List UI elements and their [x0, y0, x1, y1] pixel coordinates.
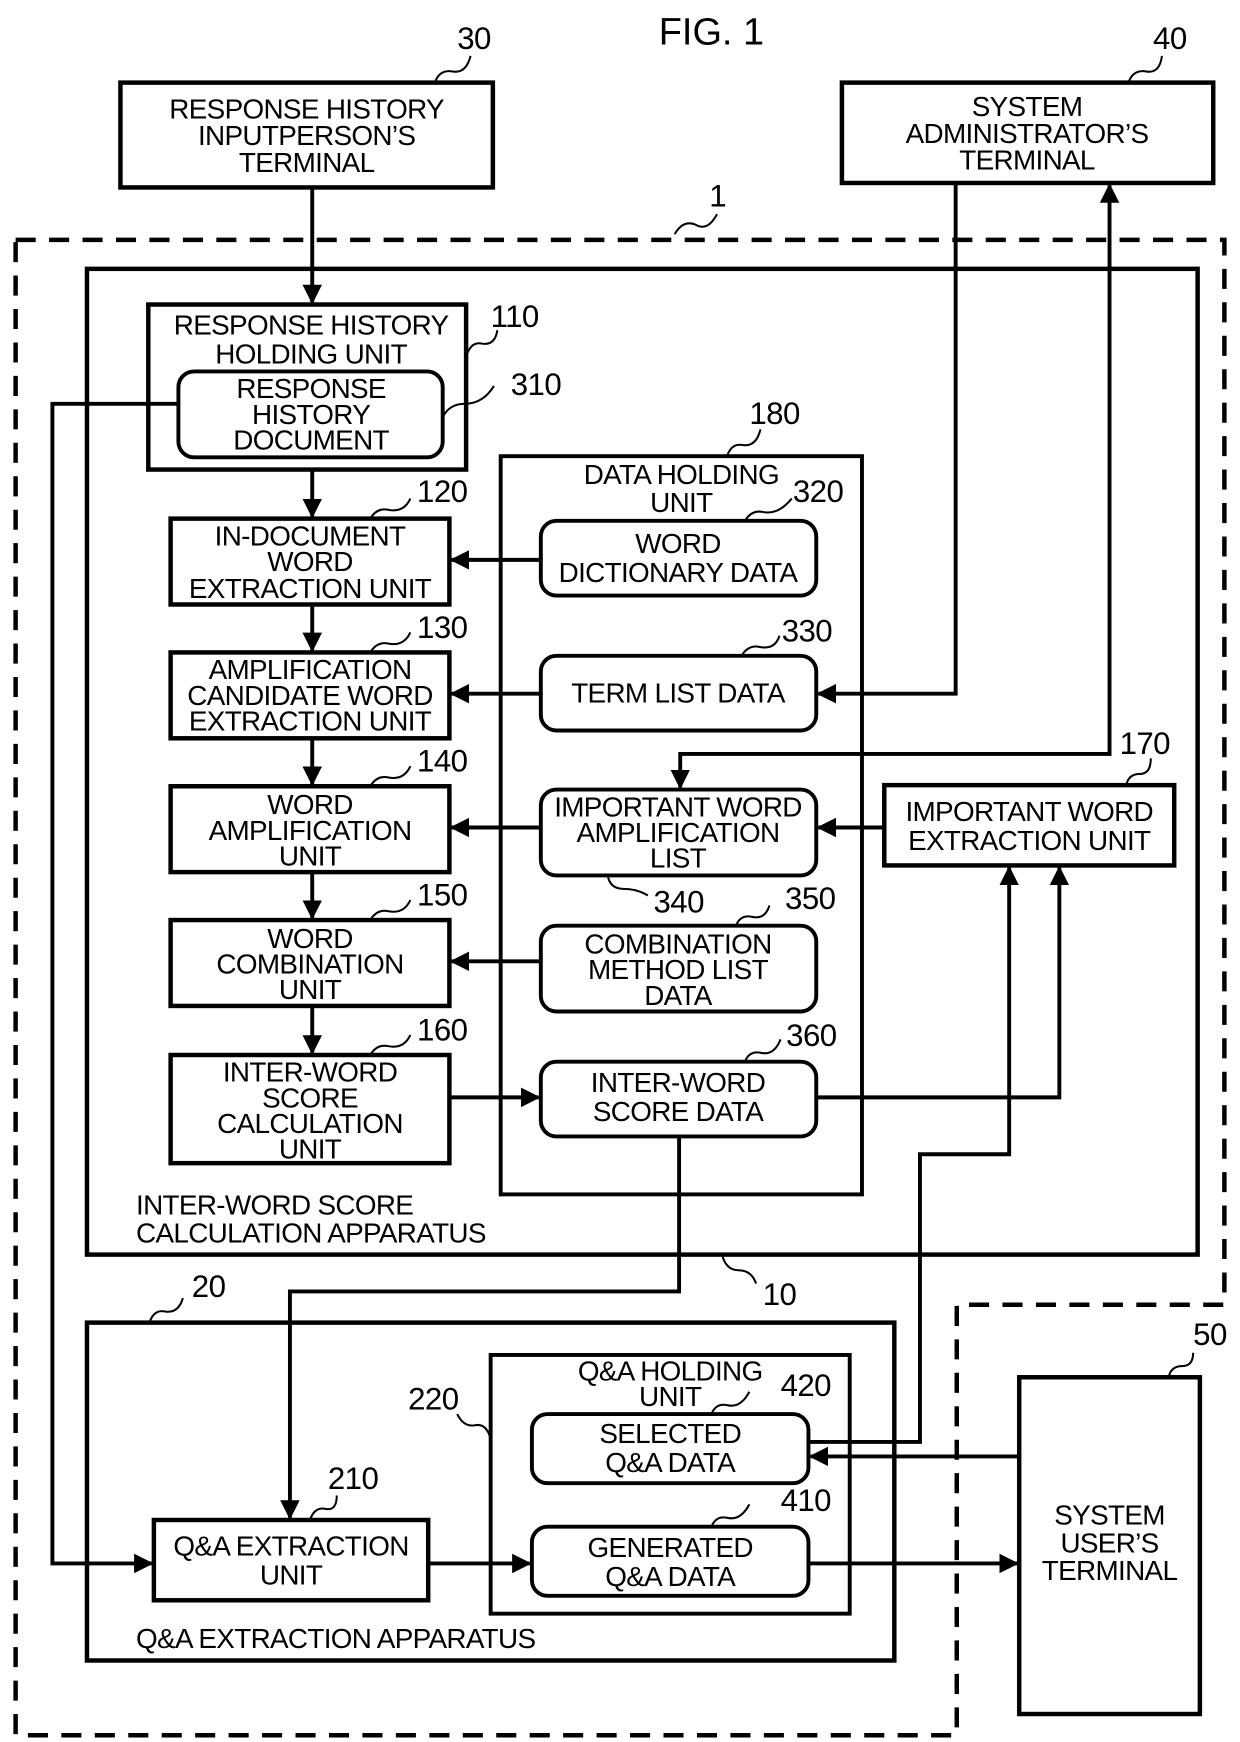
- inter-word-score-data: INTER-WORD SCORE DATA 360: [538, 1018, 837, 1139]
- ref-160: 160: [417, 1012, 468, 1047]
- svg-text:UNIT: UNIT: [279, 1134, 342, 1165]
- ref-10: 10: [763, 1277, 797, 1312]
- svg-text:TERM LIST DATA: TERM LIST DATA: [571, 678, 786, 709]
- arrow-310-to-210: [50, 401, 179, 1574]
- svg-text:EXTRACTION UNIT: EXTRACTION UNIT: [908, 825, 1151, 856]
- svg-text:INTER-WORD: INTER-WORD: [591, 1067, 765, 1098]
- ref-120: 120: [417, 474, 468, 509]
- svg-text:DOCUMENT: DOCUMENT: [233, 424, 389, 455]
- svg-text:EXTRACTION UNIT: EXTRACTION UNIT: [189, 705, 432, 736]
- ref-50: 50: [1193, 1317, 1227, 1352]
- ref-150: 150: [417, 878, 468, 913]
- system-user-terminal: SYSTEM USER’S TERMINAL 50: [1016, 1317, 1228, 1717]
- word-amplification-unit: WORD AMPLIFICATION UNIT 140: [168, 744, 468, 875]
- svg-text:LIST: LIST: [650, 843, 707, 874]
- svg-text:UNIT: UNIT: [650, 487, 713, 518]
- term-list-data: TERM LIST DATA 330: [538, 613, 833, 733]
- ref-340: 340: [653, 884, 704, 919]
- svg-text:EXTRACTION UNIT: EXTRACTION UNIT: [189, 573, 432, 604]
- svg-text:DICTIONARY DATA: DICTIONARY DATA: [559, 557, 799, 588]
- svg-text:TERMINAL: TERMINAL: [959, 145, 1095, 176]
- figure-title: FIG. 1: [659, 12, 764, 54]
- ref-220: 220: [408, 1382, 459, 1417]
- svg-text:HOLDING UNIT: HOLDING UNIT: [215, 339, 407, 370]
- inter-word-score-calculation-unit: INTER-WORD SCORE CALCULATION UNIT 160: [168, 1012, 468, 1166]
- svg-text:INTER-WORD SCORE: INTER-WORD SCORE: [136, 1189, 413, 1220]
- svg-text:DATA: DATA: [644, 980, 713, 1011]
- ref-320: 320: [793, 474, 844, 509]
- svg-text:UNIT: UNIT: [260, 1560, 323, 1591]
- svg-text:UNIT: UNIT: [279, 974, 342, 1005]
- leader-line: [673, 213, 718, 235]
- ref-210: 210: [328, 1461, 379, 1496]
- ref-40: 40: [1153, 21, 1187, 56]
- svg-text:WORD: WORD: [635, 528, 721, 559]
- svg-text:RESPONSE HISTORY: RESPONSE HISTORY: [174, 310, 449, 341]
- svg-text:SCORE DATA: SCORE DATA: [593, 1096, 764, 1127]
- svg-text:Q&A EXTRACTION: Q&A EXTRACTION: [173, 1531, 408, 1562]
- svg-text:Q&A DATA: Q&A DATA: [605, 1561, 736, 1592]
- ref-140: 140: [417, 744, 468, 779]
- svg-text:TERMINAL: TERMINAL: [1042, 1555, 1178, 1586]
- svg-text:Q&A DATA: Q&A DATA: [605, 1447, 736, 1478]
- system-block-diagram: FIG. 1 1 RESPONSE HISTORY INPUTPERSON’S …: [13, 12, 1228, 1738]
- svg-text:IMPORTANT WORD: IMPORTANT WORD: [905, 796, 1153, 827]
- ref-410: 410: [781, 1483, 832, 1518]
- svg-text:UNIT: UNIT: [279, 840, 342, 871]
- amplification-candidate-word-extraction-unit: AMPLIFICATION CANDIDATE WORD EXTRACTION …: [168, 610, 468, 741]
- ref-330: 330: [782, 613, 833, 648]
- arrow-360-to-170: [816, 865, 1070, 1100]
- arrow-40-to-330: [816, 182, 958, 704]
- ref-130: 130: [417, 610, 468, 645]
- ref-system: 1: [709, 178, 726, 213]
- word-combination-unit: WORD COMBINATION UNIT 150: [168, 878, 468, 1009]
- svg-text:GENERATED: GENERATED: [588, 1532, 753, 1563]
- svg-text:TERMINAL: TERMINAL: [239, 147, 375, 178]
- ref-110: 110: [491, 299, 539, 334]
- svg-text:USER’S: USER’S: [1060, 1527, 1158, 1558]
- ref-30: 30: [457, 21, 491, 56]
- svg-text:CALCULATION APPARATUS: CALCULATION APPARATUS: [136, 1217, 486, 1248]
- ref-180: 180: [749, 396, 800, 431]
- svg-text:SELECTED: SELECTED: [599, 1418, 741, 1449]
- svg-text:Q&A EXTRACTION APPARATUS: Q&A EXTRACTION APPARATUS: [136, 1623, 535, 1654]
- important-word-amplification-list: IMPORTANT WORD AMPLIFICATION LIST 340: [538, 787, 819, 919]
- svg-text:UNIT: UNIT: [639, 1381, 702, 1412]
- ref-350: 350: [785, 881, 836, 916]
- response-history-input-terminal: RESPONSE HISTORY INPUTPERSON’S TERMINAL …: [118, 21, 496, 190]
- svg-text:SYSTEM: SYSTEM: [1054, 1499, 1165, 1530]
- svg-text:DATA HOLDING: DATA HOLDING: [584, 459, 779, 490]
- important-word-extraction-unit: IMPORTANT WORD EXTRACTION UNIT 170: [882, 726, 1177, 868]
- response-history-document: RESPONSE HISTORY DOCUMENT 310: [176, 367, 562, 460]
- ref-420: 420: [781, 1368, 832, 1403]
- in-document-word-extraction-unit: IN-DOCUMENT WORD EXTRACTION UNIT 120: [168, 474, 468, 607]
- ref-170: 170: [1120, 726, 1171, 761]
- ref-360: 360: [786, 1018, 837, 1053]
- system-administrator-terminal: SYSTEM ADMINISTRATOR’S TERMINAL 40: [839, 21, 1216, 186]
- ref-20: 20: [192, 1269, 226, 1304]
- ref-310: 310: [511, 367, 562, 402]
- generated-qa-data: GENERATED Q&A DATA 410: [529, 1483, 832, 1598]
